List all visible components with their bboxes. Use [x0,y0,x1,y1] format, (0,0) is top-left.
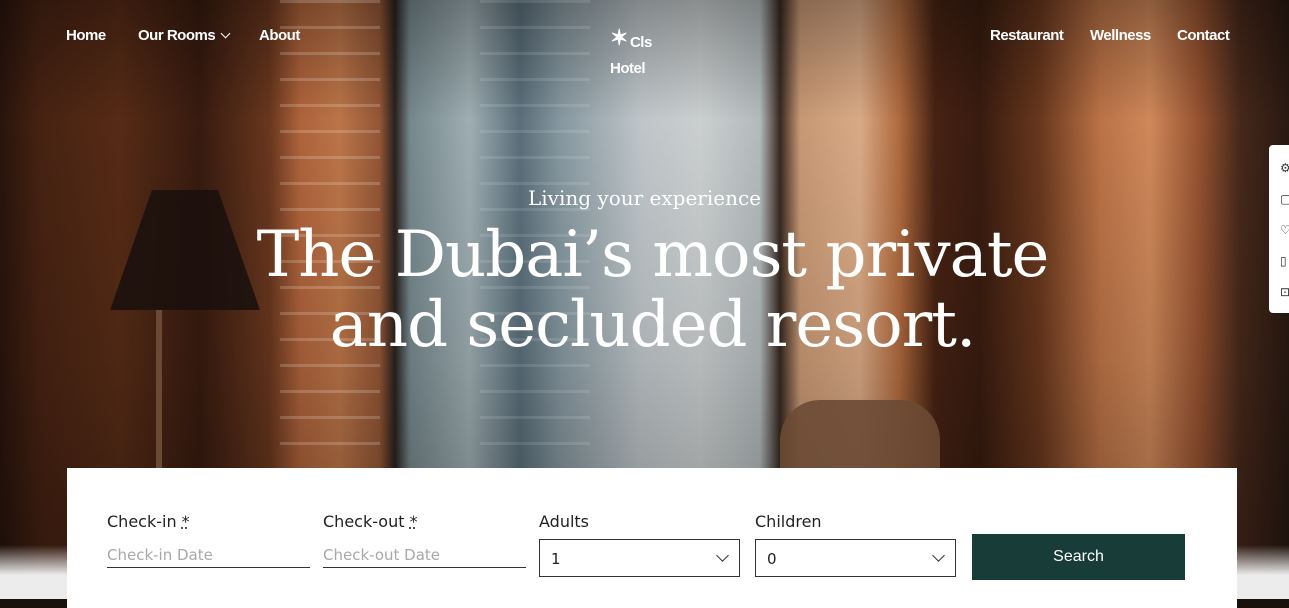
adults-label: Adults [539,512,590,531]
checkin-label: Check-in * [107,512,190,531]
checkin-field: Check-in * [107,512,310,568]
adults-select[interactable]: 1 [539,539,740,577]
adults-field: Adults 1 [539,512,740,577]
chevron-down-icon [716,549,729,562]
children-label: Children [755,512,822,531]
main-navigation: Home Our Rooms About ✶ Cls Hotel Restaura… [0,0,1289,77]
hotel-logo[interactable]: ✶ Cls Hotel [610,25,652,82]
nav-our-rooms[interactable]: Our Rooms [138,27,231,44]
nav-wellness[interactable]: Wellness [1090,27,1151,44]
children-value: 0 [767,550,777,568]
booking-form: Check-in * Check-out * Adults 1 Children… [67,468,1237,608]
children-field: Children 0 [755,512,956,577]
required-mark: * [181,512,190,531]
checkin-input[interactable] [107,543,310,568]
gear-icon[interactable]: ⚙ [1280,161,1289,175]
adults-value: 1 [551,550,561,568]
nav-home[interactable]: Home [66,27,106,44]
nav-our-rooms-label: Our Rooms [138,27,216,44]
headline-line-1: The Dubai’s most private [256,218,1050,292]
required-mark: * [409,512,418,531]
chevron-down-icon [220,28,231,39]
nav-contact[interactable]: Contact [1177,27,1230,44]
checkout-input[interactable] [323,543,526,568]
checkout-label: Check-out * [323,512,418,531]
hero-tagline: Living your experience [527,186,762,210]
nav-restaurant[interactable]: Restaurant [990,27,1064,44]
hero-headline: The Dubai’s most private and secluded re… [0,220,1289,360]
chevron-down-icon [932,549,945,562]
search-button[interactable]: Search [972,534,1185,580]
logo-line1: Cls [629,34,652,51]
checkout-field: Check-out * [323,512,526,568]
nav-about[interactable]: About [259,27,300,44]
headline-line-2: and secluded resort. [329,288,977,362]
logo-line2: Hotel [610,60,646,77]
children-select[interactable]: 0 [755,539,956,577]
sparkle-icon: ✶ [610,25,628,50]
